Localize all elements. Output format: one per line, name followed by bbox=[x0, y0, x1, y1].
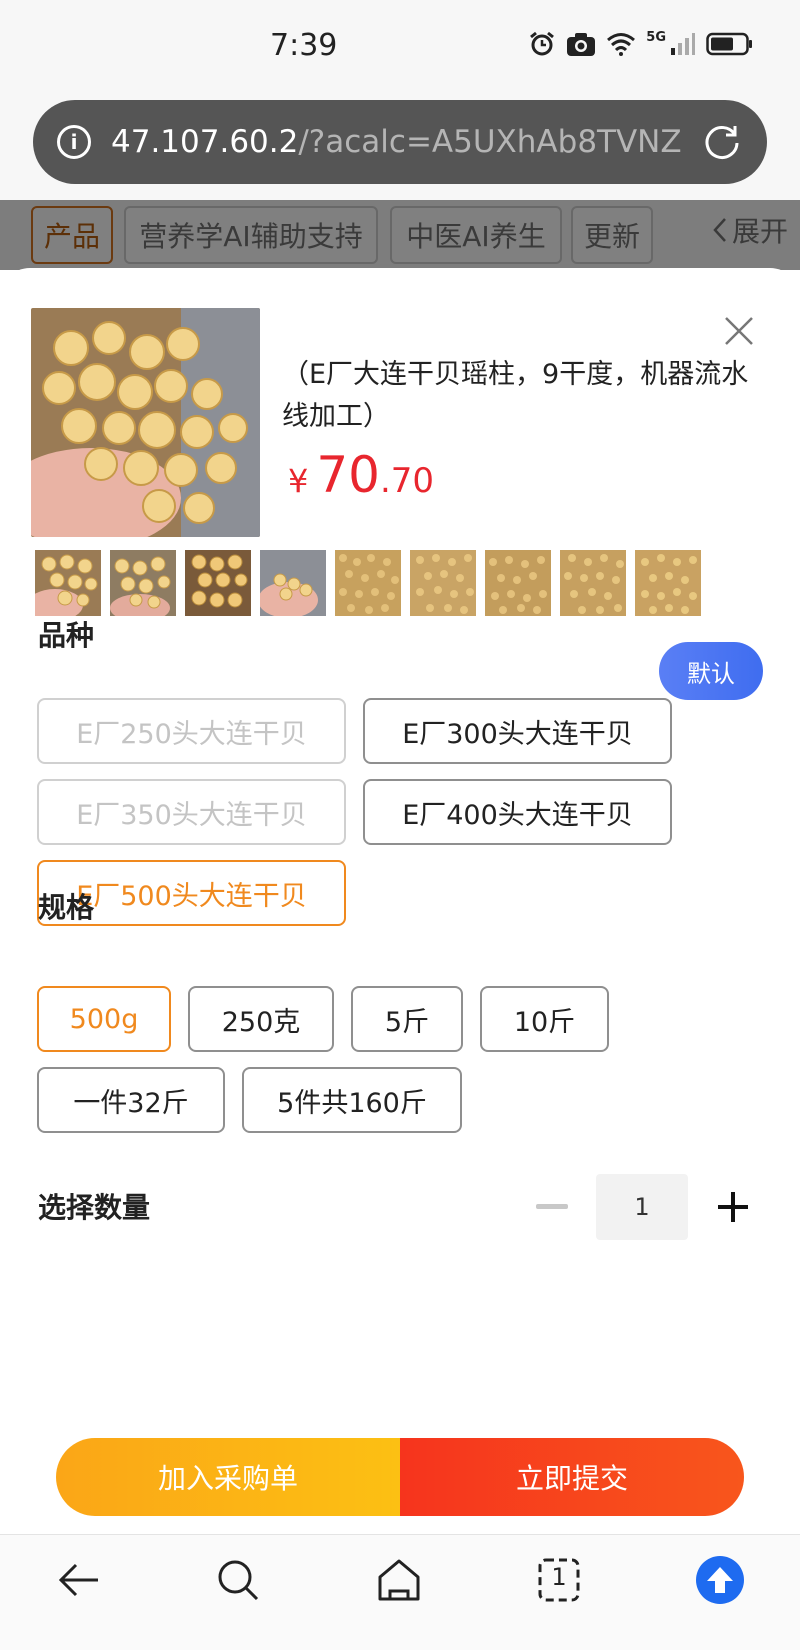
variety-option-350[interactable]: E厂350头大连干贝 bbox=[37, 779, 346, 845]
price-currency: ¥ bbox=[288, 462, 309, 500]
product-main-image[interactable] bbox=[31, 308, 260, 537]
search-icon[interactable] bbox=[215, 1557, 261, 1603]
spec-option-10jin[interactable]: 10斤 bbox=[480, 986, 609, 1052]
status-time: 7:39 bbox=[270, 28, 338, 63]
spec-option-160jin[interactable]: 5件共160斤 bbox=[242, 1067, 462, 1133]
close-icon[interactable] bbox=[724, 316, 754, 346]
nav-tab-products[interactable]: 产品 bbox=[31, 206, 113, 264]
browser-bottom-nav: 1 bbox=[0, 1534, 800, 1650]
submit-now-button[interactable]: 立即提交 bbox=[400, 1438, 744, 1516]
back-icon[interactable] bbox=[56, 1557, 102, 1603]
browser-toolbar: i 47.107.60.2/?acalc=A5UXhAb8TVNZ# bbox=[0, 92, 800, 200]
thumbnail-image[interactable] bbox=[560, 550, 626, 616]
thumbnail-image[interactable] bbox=[335, 550, 401, 616]
nav-tab-nutrition-ai[interactable]: 营养学AI辅助支持 bbox=[124, 206, 378, 264]
product-title: （E厂大连干贝瑶柱，9干度，机器流水线加工） bbox=[282, 359, 749, 432]
spec-label: 规格 bbox=[38, 891, 95, 924]
variety-option-400[interactable]: E厂400头大连干贝 bbox=[363, 779, 672, 845]
network-label: 5G bbox=[646, 29, 666, 45]
price-decimal: .70 bbox=[379, 461, 435, 501]
thumbnail-strip bbox=[35, 550, 701, 616]
variety-option-250[interactable]: E厂250头大连干贝 bbox=[37, 698, 346, 764]
spec-option-5jin[interactable]: 5斤 bbox=[351, 986, 463, 1052]
default-button[interactable]: 默认 bbox=[659, 642, 763, 700]
camera-icon bbox=[567, 33, 596, 56]
spec-option-32jin[interactable]: 一件32斤 bbox=[37, 1067, 225, 1133]
signal-icon bbox=[671, 33, 695, 55]
quantity-label: 选择数量 bbox=[38, 1191, 151, 1224]
variety-option-300[interactable]: E厂300头大连干贝 bbox=[363, 698, 672, 764]
category-nav: 产品 营养学AI辅助支持 中医AI养生 更新 展开 bbox=[0, 200, 800, 270]
chevron-left-icon bbox=[713, 218, 726, 242]
add-to-purchase-list-button[interactable]: 加入采购单 bbox=[56, 1438, 400, 1516]
thumbnail-image[interactable] bbox=[185, 550, 251, 616]
action-buttons: 加入采购单 立即提交 bbox=[56, 1438, 744, 1516]
url-text[interactable]: 47.107.60.2/?acalc=A5UXhAb8TVNZ# bbox=[111, 124, 681, 160]
thumbnail-image[interactable] bbox=[260, 550, 326, 616]
thumbnail-image[interactable] bbox=[485, 550, 551, 616]
quantity-input[interactable]: 1 bbox=[596, 1174, 688, 1240]
alarm-icon bbox=[530, 31, 555, 56]
status-bar: 7:39 5G bbox=[0, 0, 800, 92]
nav-expand-button[interactable]: 展开 bbox=[712, 210, 788, 250]
info-icon[interactable]: i bbox=[57, 125, 91, 159]
tabs-button[interactable]: 1 bbox=[537, 1557, 581, 1603]
thumbnail-image[interactable] bbox=[35, 550, 101, 616]
nav-expand-label: 展开 bbox=[731, 215, 788, 248]
product-price: ¥ 70 .70 bbox=[288, 446, 434, 504]
battery-icon bbox=[706, 32, 752, 56]
price-integer: 70 bbox=[316, 446, 380, 504]
url-host: 47.107.60.2 bbox=[111, 124, 299, 160]
variety-label: 品种 bbox=[38, 619, 95, 652]
reload-icon[interactable] bbox=[701, 121, 743, 163]
url-path: /?acalc=A5UXhAb8TVNZ# bbox=[298, 124, 681, 160]
scroll-top-icon[interactable] bbox=[695, 1555, 745, 1605]
status-icons: 5G bbox=[528, 30, 754, 58]
address-bar[interactable]: i 47.107.60.2/?acalc=A5UXhAb8TVNZ# bbox=[33, 100, 767, 184]
quantity-increase-button[interactable] bbox=[716, 1190, 750, 1224]
home-icon[interactable] bbox=[376, 1557, 422, 1603]
spec-option-500g[interactable]: 500g bbox=[37, 986, 171, 1052]
spec-option-250g[interactable]: 250克 bbox=[188, 986, 334, 1052]
wifi-icon bbox=[607, 33, 636, 56]
thumbnail-image[interactable] bbox=[410, 550, 476, 616]
thumbnail-image[interactable] bbox=[635, 550, 701, 616]
product-options-sheet: （E厂大连干贝瑶柱，9干度，机器流水线加工） ¥ 70 .70 品种 默认 E厂… bbox=[0, 268, 800, 1534]
nav-tab-tcm-ai[interactable]: 中医AI养生 bbox=[390, 206, 562, 264]
nav-tab-updates[interactable]: 更新 bbox=[571, 206, 653, 264]
quantity-decrease-button[interactable] bbox=[536, 1204, 568, 1209]
thumbnail-image[interactable] bbox=[110, 550, 176, 616]
tab-count: 1 bbox=[551, 1563, 567, 1591]
